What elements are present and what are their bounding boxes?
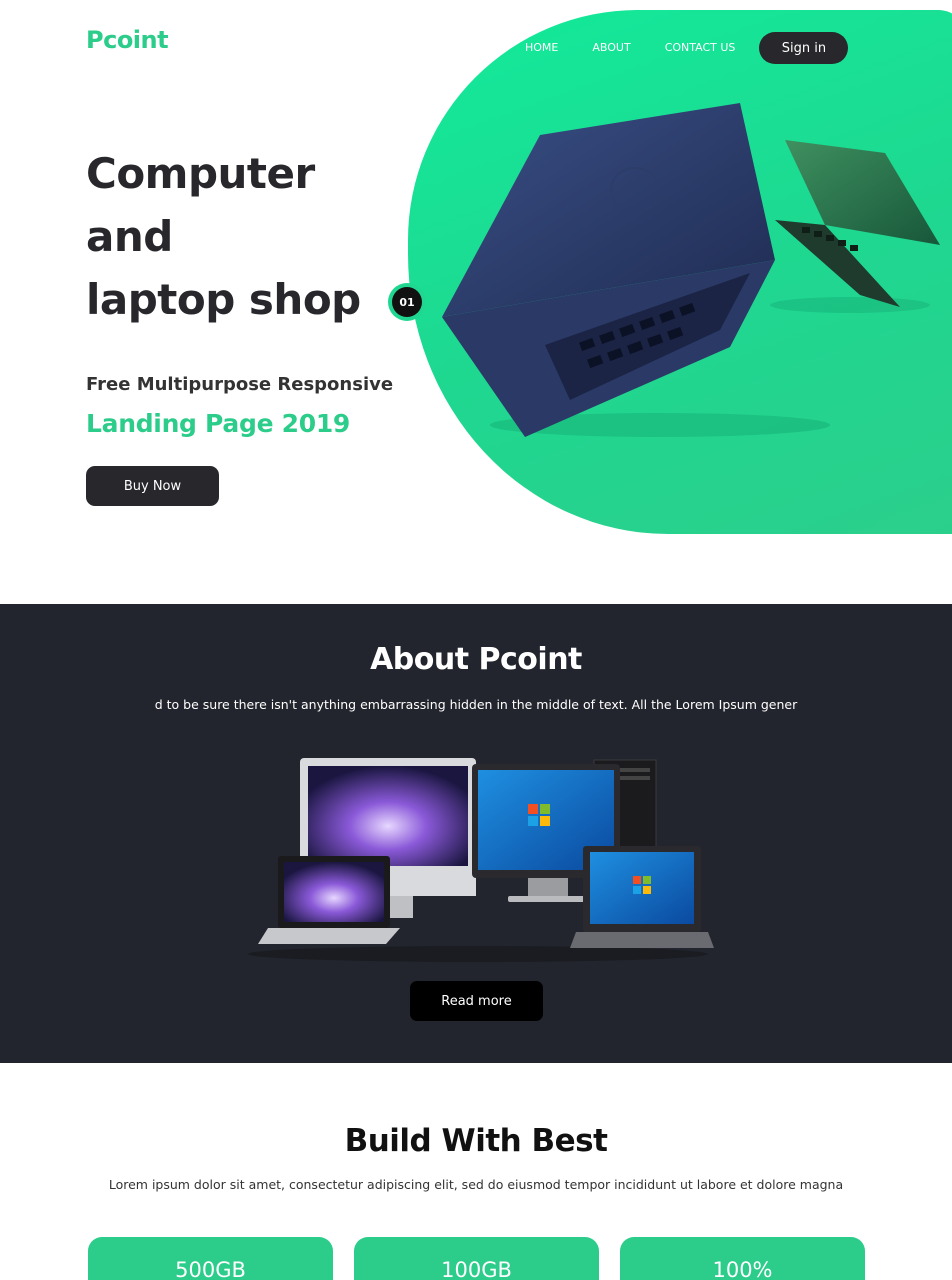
stat-card-backup: 100GB bbox=[354, 1237, 599, 1280]
stat-card-storage: 500GB bbox=[88, 1237, 333, 1280]
buy-now-button[interactable]: Buy Now bbox=[86, 466, 219, 506]
about-text: d to be sure there isn't anything embarr… bbox=[154, 697, 798, 712]
slide-indicator[interactable]: 01 bbox=[388, 283, 426, 321]
nav-contact[interactable]: CONTACT US bbox=[665, 33, 736, 63]
hero-title-line-1: Computer bbox=[86, 149, 315, 198]
about-section: About Pcoint d to be sure there isn't an… bbox=[0, 604, 952, 1063]
build-section: Build With Best Lorem ipsum dolor sit am… bbox=[0, 1063, 952, 1280]
nav-home[interactable]: HOME bbox=[525, 33, 558, 63]
hero-subtitle: Free Multipurpose Responsive bbox=[86, 374, 394, 395]
main-nav: HOME ABOUT CONTACT US Sign in bbox=[525, 32, 849, 64]
slide-number: 01 bbox=[392, 287, 422, 317]
stat-value: 100GB bbox=[441, 1258, 512, 1280]
build-title: Build With Best bbox=[344, 1123, 608, 1159]
hero-title-line-2: and bbox=[86, 212, 173, 261]
read-more-button[interactable]: Read more bbox=[410, 981, 543, 1021]
hero-title-line-3: laptop shop bbox=[86, 275, 361, 324]
laptops-image bbox=[442, 103, 940, 437]
hero-section: Pcoint HOME ABOUT CONTACT US Sign in Com… bbox=[0, 0, 952, 604]
build-text: Lorem ipsum dolor sit amet, consectetur … bbox=[108, 1177, 844, 1192]
brand-logo[interactable]: Pcoint bbox=[86, 26, 169, 54]
devices-image bbox=[248, 758, 714, 962]
stat-card-percent: 100% bbox=[620, 1237, 865, 1280]
about-title: About Pcoint bbox=[370, 642, 582, 677]
nav-about[interactable]: ABOUT bbox=[592, 33, 630, 63]
stat-value: 100% bbox=[712, 1258, 773, 1280]
stat-value: 500GB bbox=[175, 1258, 246, 1280]
signin-button[interactable]: Sign in bbox=[759, 32, 849, 64]
hero-title: Computer and laptop shop bbox=[86, 142, 406, 331]
hero-accent-text: Landing Page 2019 bbox=[86, 409, 351, 438]
